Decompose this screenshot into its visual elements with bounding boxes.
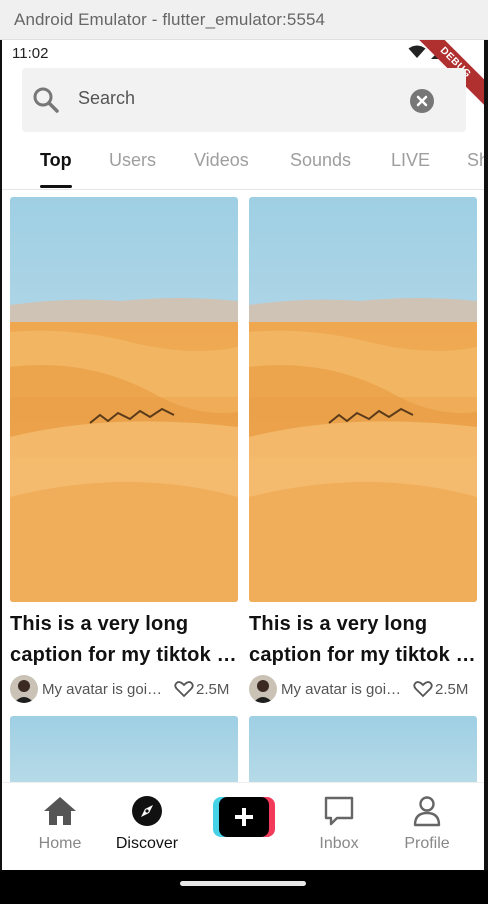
video-meta: My avatar is goi… 2.5M [249, 674, 481, 704]
window-titlebar: Android Emulator - flutter_emulator:5554 [0, 0, 488, 40]
nav-home[interactable]: Home [15, 793, 105, 853]
video-caption: This is a very long caption for my tikto… [10, 613, 237, 666]
plus-icon [219, 797, 269, 837]
video-thumbnail[interactable] [249, 197, 477, 602]
username[interactable]: My avatar is goi… [42, 681, 168, 698]
video-thumbnail[interactable] [10, 716, 238, 782]
message-icon [294, 793, 384, 829]
home-icon [15, 793, 105, 829]
app-screen: 11:02 DEBUG Search Top Users Videos Soun… [2, 40, 484, 870]
username[interactable]: My avatar is goi… [281, 681, 407, 698]
heart-icon [413, 681, 433, 698]
create-video-button[interactable] [213, 797, 275, 837]
status-time: 11:02 [12, 44, 49, 62]
video-meta: My avatar is goi… 2.5M [10, 674, 242, 704]
compass-icon [102, 793, 192, 829]
likes-count: 2.5M [413, 680, 468, 698]
tab-indicator [40, 185, 72, 188]
likes-count: 2.5M [174, 680, 229, 698]
nav-profile[interactable]: Profile [382, 793, 472, 853]
person-icon [382, 793, 472, 829]
tab-videos[interactable]: Videos [194, 150, 249, 171]
window-title: Android Emulator - flutter_emulator:5554 [14, 9, 326, 29]
tab-sounds[interactable]: Sounds [290, 150, 351, 171]
wifi-icon [408, 45, 426, 58]
tab-live[interactable]: LIVE [391, 150, 430, 171]
home-gesture-bar[interactable] [180, 881, 306, 886]
tab-top[interactable]: Top [40, 150, 72, 171]
search-bar[interactable]: Search [22, 68, 466, 132]
system-navigation-bar [0, 870, 488, 904]
video-thumbnail[interactable] [10, 197, 238, 602]
video-caption: This is a very long caption for my tikto… [249, 613, 476, 666]
clear-icon[interactable] [410, 89, 434, 118]
avatar[interactable] [10, 675, 38, 703]
avatar[interactable] [249, 675, 277, 703]
heart-icon [174, 681, 194, 698]
search-icon [32, 86, 60, 119]
video-thumbnail[interactable] [249, 716, 477, 782]
device-frame-right [484, 40, 488, 904]
search-input[interactable]: Search [78, 88, 135, 109]
nav-discover[interactable]: Discover [102, 793, 192, 853]
discover-tabs: Top Users Videos Sounds LIVE Shopping [2, 138, 484, 190]
bottom-navigation: Home Discover Inbox Profile [2, 782, 484, 870]
video-grid: This is a very long caption for my tikto… [2, 190, 484, 782]
nav-inbox[interactable]: Inbox [294, 793, 384, 853]
tab-shopping[interactable]: Shopping [467, 150, 484, 171]
tab-users[interactable]: Users [109, 150, 156, 171]
emulator-window: Android Emulator - flutter_emulator:5554… [0, 0, 488, 904]
